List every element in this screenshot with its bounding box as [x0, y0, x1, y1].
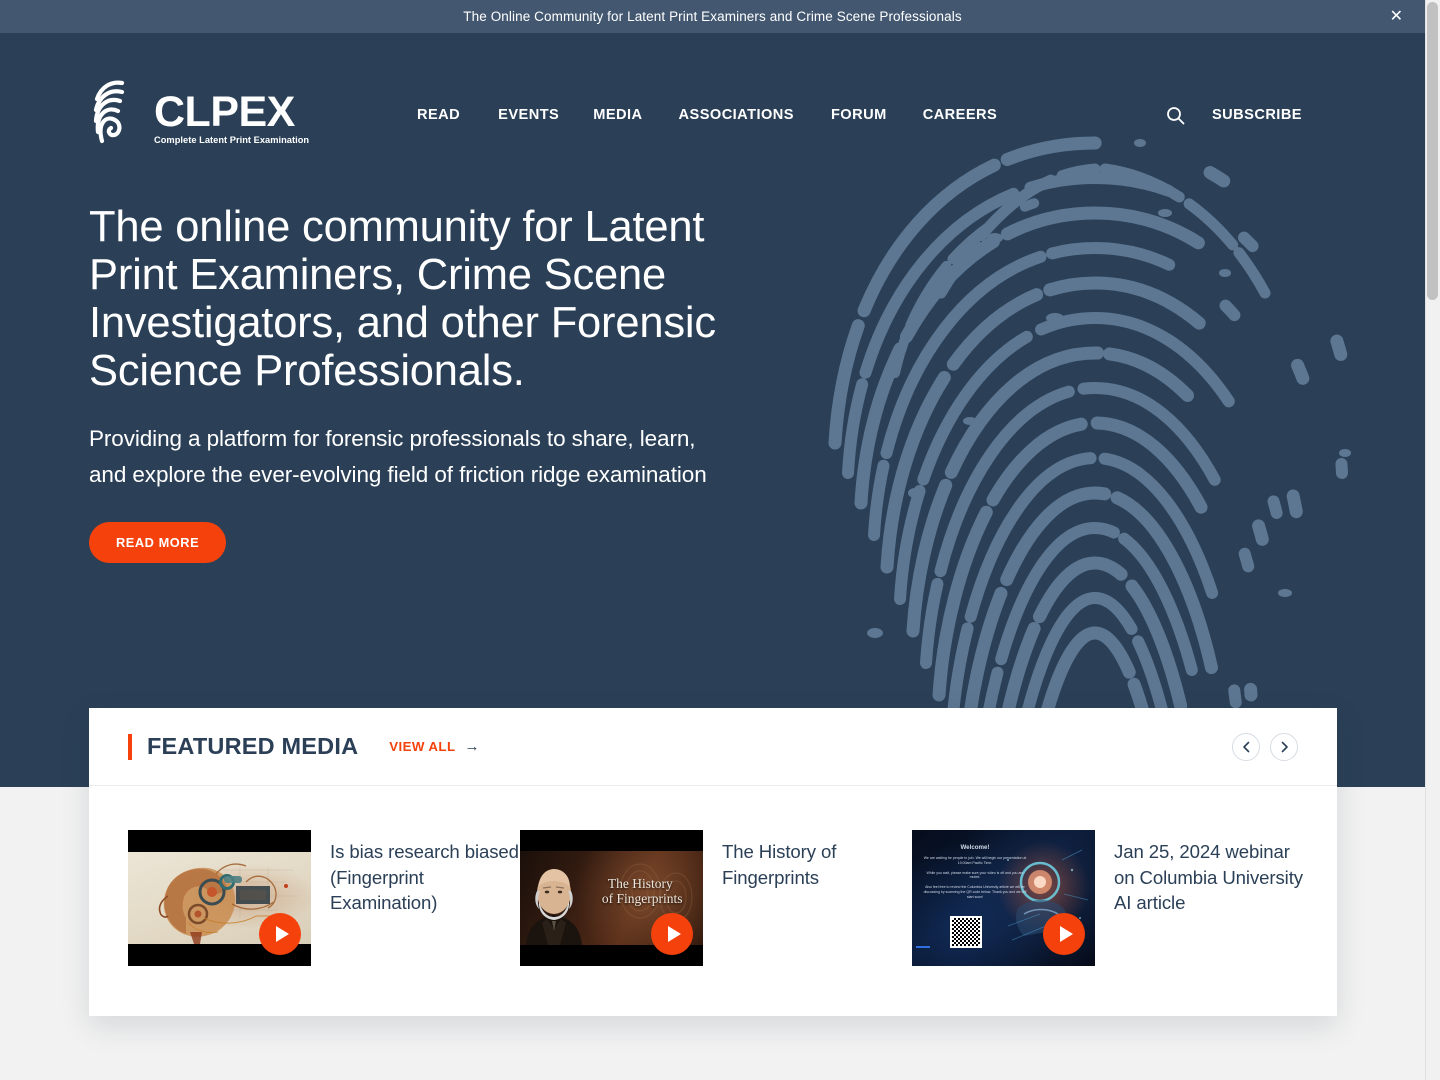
- featured-media-list: Is bias research biased (Fingerprint Exa…: [89, 786, 1337, 1016]
- qr-code-icon: [950, 916, 982, 948]
- hero-title: The online community for Latent Print Ex…: [89, 203, 716, 395]
- nav-item-careers[interactable]: CAREERS: [923, 107, 998, 123]
- media-card-title: Is bias research biased (Fingerprint Exa…: [330, 841, 519, 913]
- nav-item-associations[interactable]: ASSOCIATIONS: [679, 107, 831, 123]
- letterbox-bar-top: [128, 830, 311, 852]
- carousel-next-button[interactable]: [1270, 732, 1298, 761]
- play-icon[interactable]: [1043, 913, 1085, 955]
- media-thumbnail[interactable]: Welcome! We are waiting for people to jo…: [912, 830, 1095, 966]
- media-card[interactable]: Welcome! We are waiting for people to jo…: [912, 830, 1304, 966]
- view-all-label: VIEW ALL: [389, 739, 456, 754]
- brand-name: CLPEX: [154, 88, 295, 136]
- subscribe-link[interactable]: SUBSCRIBE: [1212, 107, 1302, 123]
- search-icon[interactable]: [1166, 105, 1186, 125]
- fingerprint-watermark-icon: [745, 33, 1425, 787]
- arrow-right-icon: →: [464, 738, 480, 755]
- overlay-line-2: of Fingerprints: [601, 891, 683, 907]
- vertical-scrollbar[interactable]: [1425, 0, 1440, 1080]
- announcement-message: The Online Community for Latent Print Ex…: [463, 9, 962, 24]
- view-all-link[interactable]: VIEW ALL →: [389, 739, 479, 754]
- carousel-navigation: [1232, 732, 1298, 761]
- slide-heading: Welcome!: [960, 844, 990, 851]
- media-card-title: The History of Fingerprints: [722, 841, 837, 888]
- chevron-left-icon: [1242, 741, 1249, 752]
- play-icon[interactable]: [259, 913, 301, 955]
- close-icon[interactable]: ✕: [1390, 8, 1403, 25]
- scrollbar-thumb[interactable]: [1427, 2, 1438, 300]
- brand-tagline: Complete Latent Print Examination: [154, 135, 310, 145]
- chevron-right-icon: [1281, 741, 1288, 752]
- slide-text-block: Welcome! We are waiting for people to jo…: [921, 844, 1029, 905]
- featured-media-header: FEATURED MEDIA VIEW ALL →: [89, 708, 1337, 786]
- media-card[interactable]: Is bias research biased (Fingerprint Exa…: [128, 830, 520, 966]
- media-thumbnail[interactable]: The History of Fingerprints: [520, 830, 703, 966]
- overlay-line-1: The History: [607, 876, 673, 892]
- media-card[interactable]: The History of Fingerprints The History …: [520, 830, 912, 966]
- media-thumbnail[interactable]: [128, 830, 311, 966]
- hero-subtitle: Providing a platform for forensic profes…: [89, 426, 707, 487]
- main-navigation: READ EVENTS MEDIA ASSOCIATIONS FORUM CAR…: [417, 107, 997, 123]
- announcement-bar: The Online Community for Latent Print Ex…: [0, 0, 1425, 33]
- slide-paragraph-2: While you wait, please make sure your vi…: [926, 870, 1024, 880]
- nav-item-media[interactable]: MEDIA: [593, 107, 678, 123]
- read-more-button[interactable]: READ MORE: [89, 522, 227, 563]
- fingerprint-icon: [89, 77, 145, 147]
- carousel-prev-button[interactable]: [1232, 732, 1260, 761]
- featured-media-heading: FEATURED MEDIA: [147, 733, 359, 759]
- letterbox-bar-top: [520, 830, 703, 851]
- nav-item-events[interactable]: EVENTS: [498, 107, 593, 123]
- nav-item-forum[interactable]: FORUM: [831, 107, 923, 123]
- hero-copy: The online community for Latent Print Ex…: [89, 203, 749, 563]
- nav-item-read[interactable]: READ: [417, 107, 498, 123]
- header-actions: SUBSCRIBE: [1166, 105, 1302, 125]
- site-header: CLPEX Complete Latent Print Examination …: [0, 33, 1425, 145]
- thumbnail-overlay-text: The History of Fingerprints: [602, 876, 683, 906]
- featured-media-panel: FEATURED MEDIA VIEW ALL → Is bias resear…: [89, 708, 1337, 1016]
- media-card-title: Jan 25, 2024 webinar on Columbia Univers…: [1114, 841, 1303, 913]
- accent-bar: [128, 733, 132, 760]
- browser-viewport: The Online Community for Latent Print Ex…: [0, 0, 1440, 1080]
- logo-home-link[interactable]: CLPEX Complete Latent Print Examination: [89, 77, 309, 147]
- slide-progress-bar: [916, 945, 930, 948]
- play-icon[interactable]: [651, 913, 693, 955]
- slide-paragraph-3: Also feel free to review the Columbia Un…: [923, 885, 1027, 899]
- hero-section: CLPEX Complete Latent Print Examination …: [0, 33, 1425, 787]
- slide-paragraph-1: We are waiting for people to join. We wi…: [923, 856, 1027, 865]
